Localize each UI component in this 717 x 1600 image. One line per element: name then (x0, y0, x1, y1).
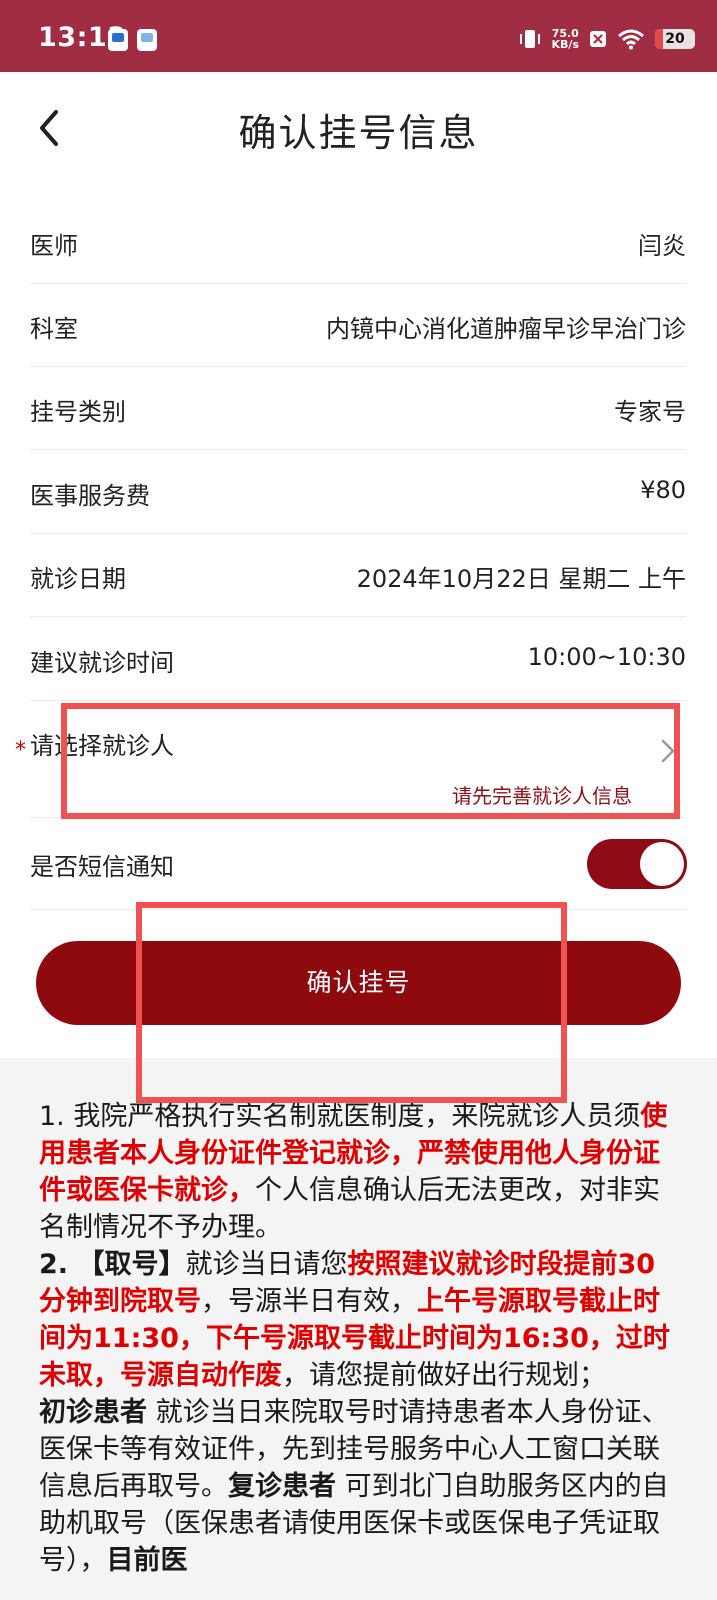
wifi-icon (618, 29, 644, 50)
notice-text: 1. 我院严格执行实名制就医制度，来院就诊人员须使用患者本人身份证件登记就诊，严… (39, 1098, 679, 1579)
patient-select-label: 请选择就诊人 (30, 732, 174, 760)
vibrate-icon (519, 30, 540, 48)
network-speed: 75.0 KB/s (551, 27, 579, 51)
row-label: 建议就诊时间 (30, 649, 174, 677)
page-title: 确认挂号信息 (238, 111, 479, 155)
app-notification-icon (108, 29, 128, 51)
detail-row-doctor: 医师 闫炎 (30, 226, 686, 284)
status-icons: 75.0 KB/s 20 (518, 24, 695, 54)
chevron-right-icon[interactable] (659, 738, 677, 764)
row-value: 闫炎 (638, 232, 686, 260)
patient-hint: 请先完善就诊人信息 (452, 784, 632, 808)
status-bar: 13:13 75.0 KB/s 20 (0, 0, 717, 72)
detail-row-suggested-time: 建议就诊时间 10:00~10:30 (30, 643, 686, 701)
row-value: 专家号 (614, 398, 686, 426)
row-label: 挂号类别 (30, 398, 126, 426)
detail-row-registration-type: 挂号类别 专家号 (30, 392, 686, 450)
detail-row-visit-date: 就诊日期 2024年10月22日 星期二 上午 (30, 559, 686, 617)
notice-heading: 初诊患者 (39, 1397, 147, 1428)
page-header: 确认挂号信息 (0, 72, 717, 184)
notice-text-span: ，请您提前做好出行规划； (282, 1360, 606, 1391)
row-label: 科室 (30, 315, 78, 343)
notice-text-span: ，号源半日有效， (201, 1286, 417, 1317)
sms-notify-toggle[interactable] (587, 839, 687, 889)
required-mark: * (15, 738, 26, 763)
notice-heading: 2. 【取号】 (39, 1249, 186, 1280)
notice-text-span: 1. 我院严格执行实名制就医制度，来院就诊人员须 (39, 1101, 641, 1132)
battery-icon: 20 (655, 29, 695, 49)
sim-disabled-icon (590, 31, 606, 47)
row-value: ¥80 (640, 476, 686, 504)
detail-row-department: 科室 内镜中心消化道肿瘤早诊早治门诊 (30, 309, 686, 367)
sms-notify-row: 是否短信通知 (30, 838, 686, 910)
notice-text-span: 就诊当日请您 (185, 1249, 348, 1280)
notice-panel: 1. 我院严格执行实名制就医制度，来院就诊人员须使用患者本人身份证件登记就诊，严… (0, 1058, 717, 1600)
detail-row-service-fee: 医事服务费 ¥80 (30, 476, 686, 534)
confirm-registration-button[interactable]: 确认挂号 (36, 941, 681, 1025)
row-value: 2024年10月22日 星期二 上午 (356, 565, 686, 593)
row-value: 内镜中心消化道肿瘤早诊早治门诊 (326, 315, 686, 343)
sms-notify-label: 是否短信通知 (30, 853, 174, 881)
notice-heading: 复诊患者 (228, 1471, 336, 1502)
toggle-knob (640, 842, 684, 886)
notice-heading: 目前医 (106, 1545, 188, 1576)
row-label: 医事服务费 (30, 482, 150, 510)
row-label: 医师 (30, 232, 78, 260)
app-notification-icon (137, 29, 157, 51)
row-value: 10:00~10:30 (527, 643, 686, 671)
row-label: 就诊日期 (30, 565, 126, 593)
